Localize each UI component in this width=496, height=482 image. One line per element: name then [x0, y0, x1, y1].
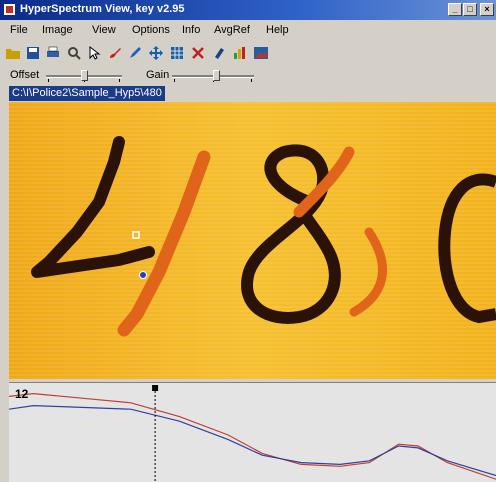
slider-row: Offset Gain: [0, 67, 496, 83]
menu-avgref[interactable]: AvgRef: [214, 24, 250, 36]
save-disk-icon: [27, 47, 39, 59]
menu-help[interactable]: Help: [266, 24, 289, 36]
hyperspectral-image[interactable]: [9, 102, 496, 379]
y-axis-max-label: 12: [15, 387, 29, 401]
brush-icon: [110, 48, 121, 58]
grid-tool-button[interactable]: [168, 44, 186, 62]
close-x-tool-button[interactable]: [189, 44, 207, 62]
spectrum-chart[interactable]: 12: [9, 382, 496, 482]
menu-view[interactable]: View: [92, 24, 116, 36]
offset-slider-thumb[interactable]: [81, 70, 88, 81]
marker-tool-button[interactable]: [210, 44, 228, 62]
spectrum-plot: [9, 385, 496, 482]
pointer-tool-button[interactable]: [85, 44, 103, 62]
pen-icon: [130, 47, 141, 58]
pointer-icon: [89, 45, 101, 60]
minimize-button[interactable]: _: [448, 3, 462, 16]
title-bar[interactable]: HyperSpectrum View, key v2.95 _ □ ×: [0, 0, 496, 20]
close-x-icon: [192, 47, 204, 59]
zoom-tool-button[interactable]: [65, 44, 83, 62]
toolbar: [4, 42, 344, 66]
gain-slider-thumb[interactable]: [213, 70, 220, 81]
pen-tool-button[interactable]: [126, 44, 144, 62]
grid-icon: [171, 47, 183, 59]
print-icon: [47, 46, 59, 57]
app-window: HyperSpectrum View, key v2.95 _ □ × File…: [0, 0, 496, 482]
zoom-icon: [68, 47, 81, 60]
brush-tool-button[interactable]: [106, 44, 124, 62]
app-icon: [4, 4, 15, 15]
move-tool-button[interactable]: [147, 44, 165, 62]
menu-image[interactable]: Image: [42, 24, 73, 36]
offset-label: Offset: [10, 69, 40, 81]
open-folder-icon: [6, 49, 20, 59]
image-tool-button[interactable]: [252, 44, 270, 62]
image-canvas: [9, 102, 496, 379]
offset-slider[interactable]: [46, 70, 122, 82]
blue-sample-marker[interactable]: [139, 271, 147, 279]
red-spectrum-line: [9, 392, 496, 480]
move-icon: [149, 46, 163, 60]
menu-bar: File Image View Options Info AvgRef Help: [0, 22, 496, 39]
maximize-button[interactable]: □: [463, 3, 477, 16]
bars-tool-button[interactable]: [231, 44, 249, 62]
marker-icon: [215, 48, 224, 59]
menu-info[interactable]: Info: [182, 24, 200, 36]
menu-options[interactable]: Options: [132, 24, 170, 36]
blue-spectrum-line: [9, 404, 496, 477]
gain-label: Gain: [146, 69, 170, 81]
menu-file[interactable]: File: [10, 24, 28, 36]
file-path-bar: C:\I\Police2\Sample_Hyp5\480: [9, 86, 165, 101]
window-title: HyperSpectrum View, key v2.95: [20, 3, 185, 15]
wavelength-cursor-handle[interactable]: [152, 385, 159, 391]
save-disk-tool-button[interactable]: [24, 44, 42, 62]
gain-slider[interactable]: [172, 70, 254, 82]
print-tool-button[interactable]: [44, 44, 62, 62]
image-icon: [254, 47, 268, 59]
close-button[interactable]: ×: [480, 3, 494, 16]
open-folder-tool-button[interactable]: [4, 44, 22, 62]
bars-icon: [234, 47, 245, 59]
